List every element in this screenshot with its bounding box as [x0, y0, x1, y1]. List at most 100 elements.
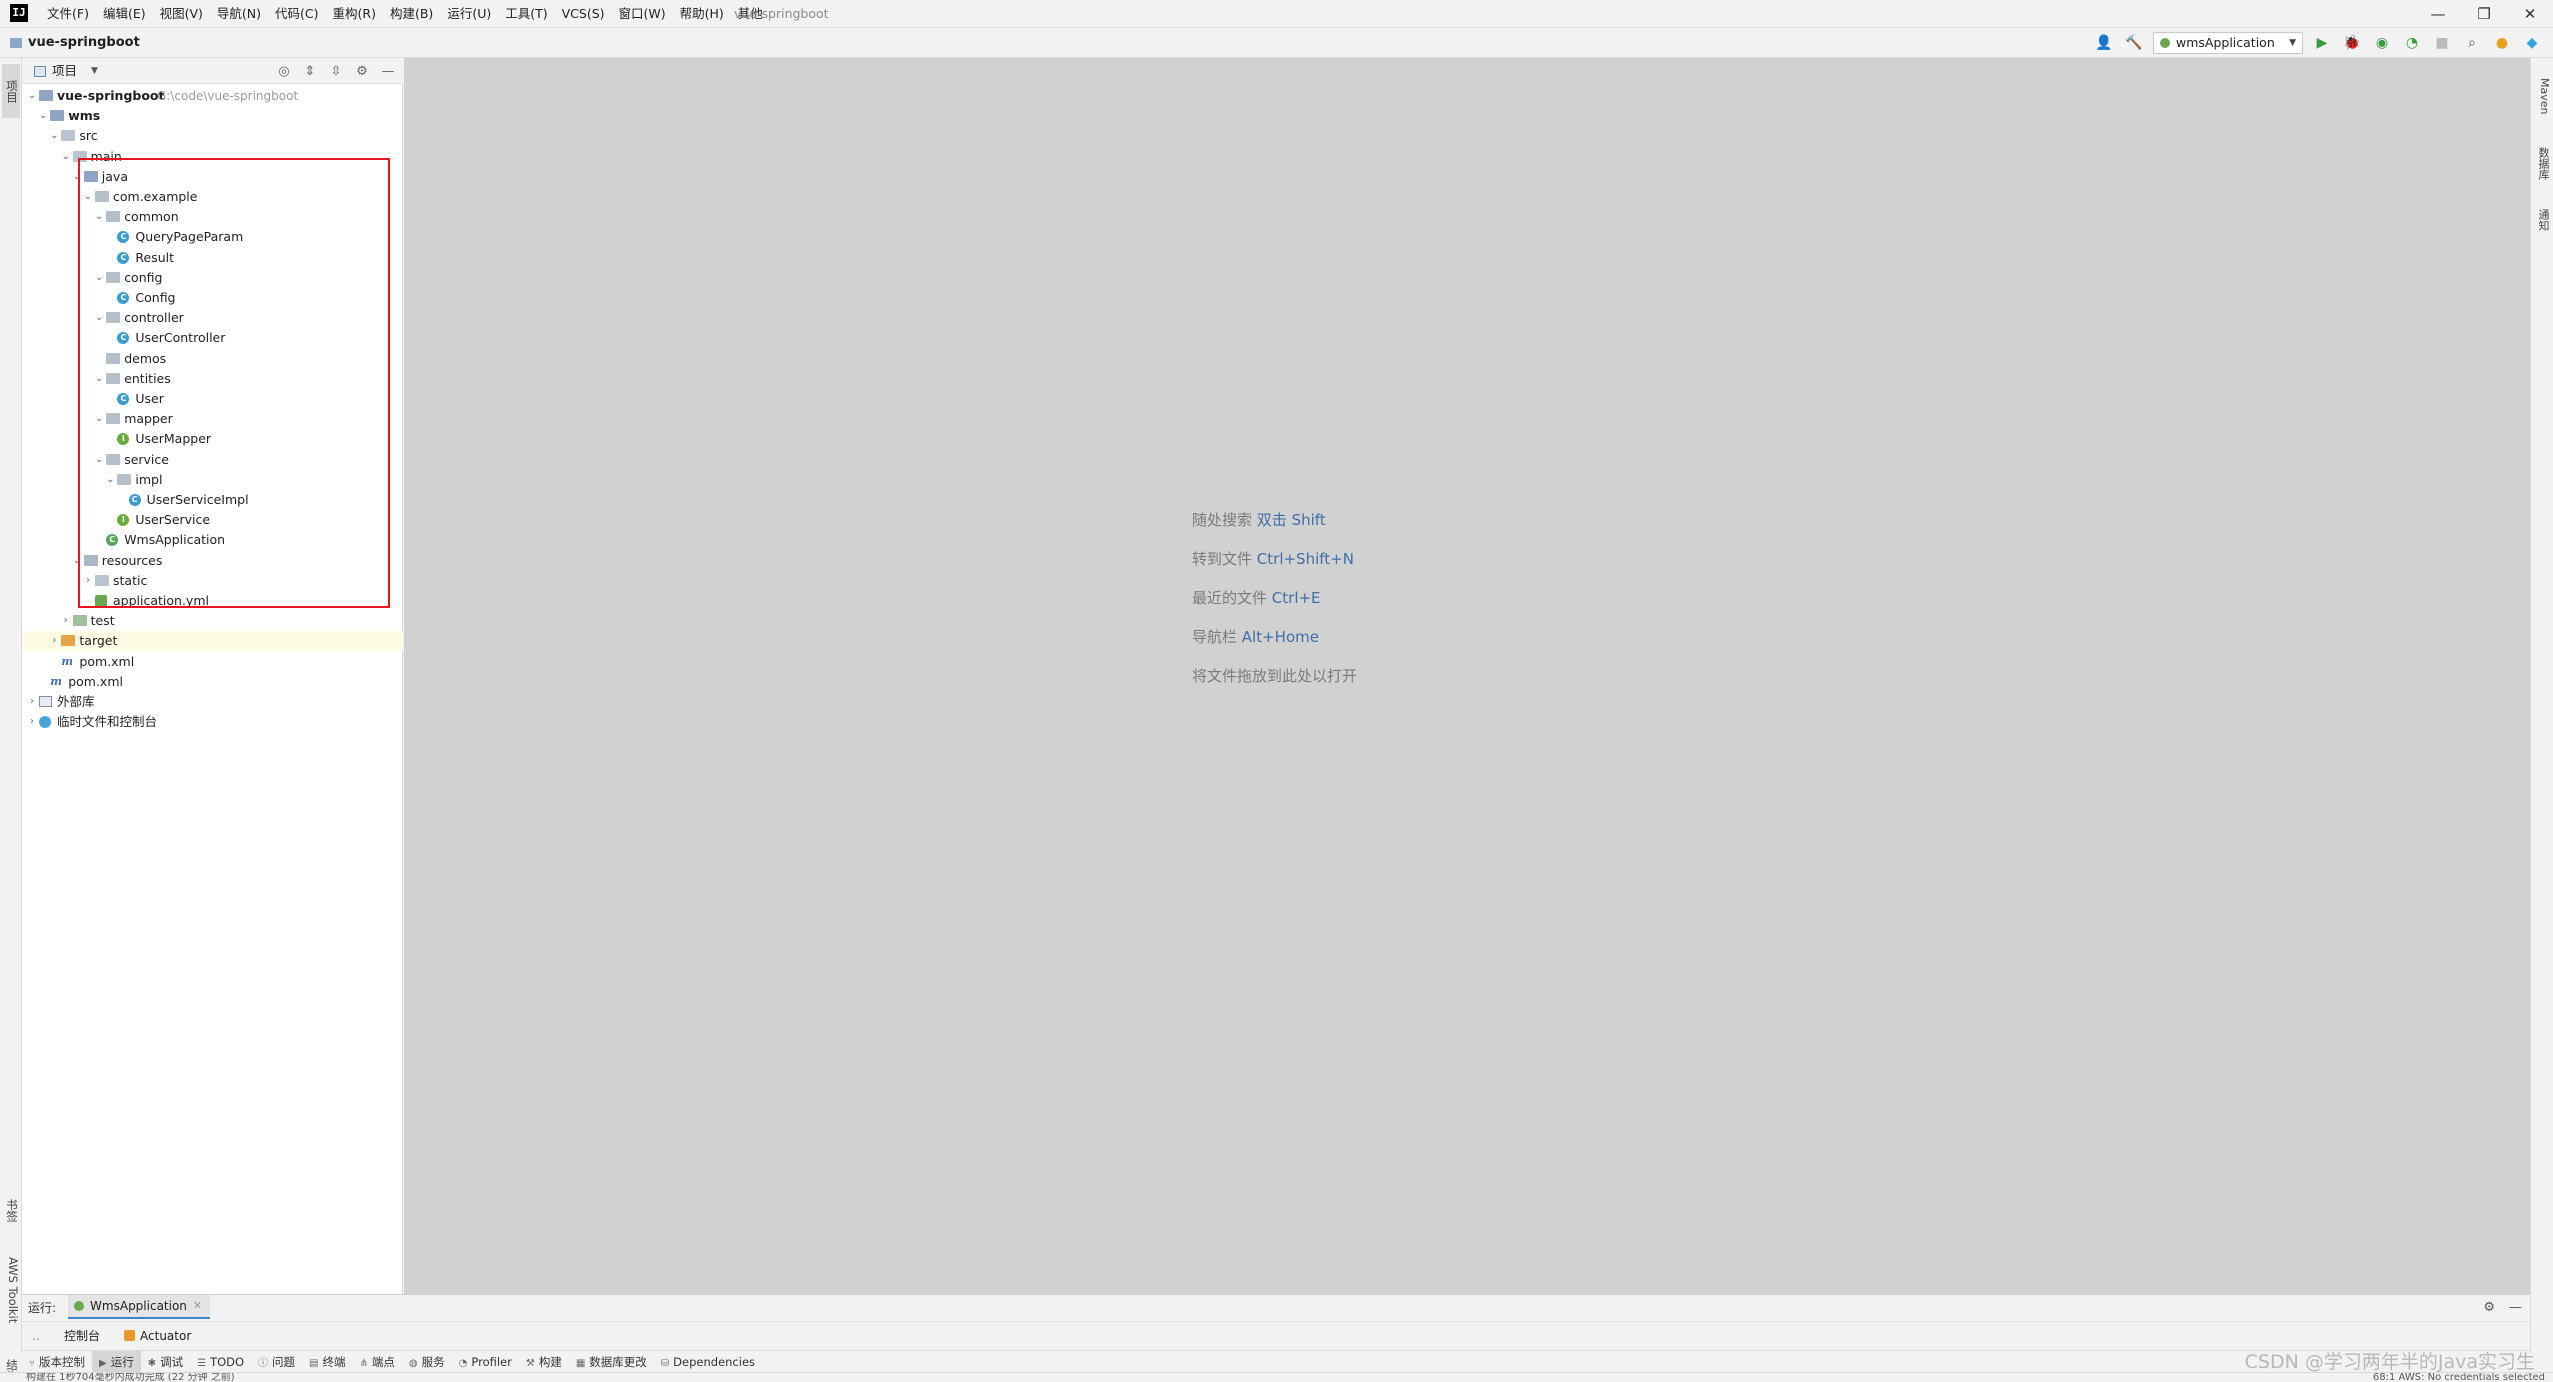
tool-build[interactable]: ⚒ 构建	[519, 1351, 569, 1373]
more-icon[interactable]: ‥	[32, 1329, 52, 1343]
tool-database-changes[interactable]: ▦ 数据库更改	[569, 1351, 654, 1373]
restore-button[interactable]: ❐	[2461, 0, 2507, 28]
project-tool-tab[interactable]: 项目	[2, 64, 20, 118]
menu-build[interactable]: 构建(B)	[383, 0, 440, 28]
menu-vcs[interactable]: VCS(S)	[555, 0, 612, 28]
chevron-down-icon[interactable]: ⌄	[60, 147, 72, 167]
tree-item[interactable]: ⌄ vue-springboot G:\code\vue-springboot	[22, 86, 403, 106]
tree-item[interactable]: C QueryPageParam	[22, 227, 403, 247]
menu-tools[interactable]: 工具(T)	[498, 0, 554, 28]
tree-item[interactable]: ⌄ wms	[22, 106, 403, 126]
aws-toolkit-tool-tab[interactable]: AWS Toolkit	[2, 1248, 20, 1332]
tree-item[interactable]: › static	[22, 571, 403, 591]
menu-view[interactable]: 视图(V)	[153, 0, 210, 28]
chevron-down-icon[interactable]: ⌄	[37, 106, 49, 126]
tree-item[interactable]: ⌄ impl	[22, 470, 403, 490]
tree-item[interactable]: ⌄ entities	[22, 369, 403, 389]
tree-item[interactable]: application.yml	[22, 591, 403, 611]
tree-item[interactable]: C UserServiceImpl	[22, 490, 403, 510]
project-view-selector[interactable]: 项目 ▼	[34, 58, 98, 84]
tree-item[interactable]: ⌄ common	[22, 207, 403, 227]
chevron-right-icon[interactable]: ›	[26, 692, 38, 712]
tree-item[interactable]: C Result	[22, 248, 403, 268]
tool-endpoints[interactable]: ⋔ 端点	[353, 1351, 402, 1373]
menu-code[interactable]: 代码(C)	[268, 0, 325, 28]
chevron-down-icon[interactable]: ⌄	[93, 207, 105, 227]
minimize-button[interactable]: —	[2415, 0, 2461, 28]
tool-terminal[interactable]: ▤ 终端	[302, 1351, 352, 1373]
tree-item[interactable]: C UserController	[22, 328, 403, 348]
tree-item[interactable]: ⌄ resources	[22, 551, 403, 571]
chevron-down-icon[interactable]: ⌄	[93, 409, 105, 429]
status-message[interactable]: 构建在 1秒704毫秒内成功完成 (22 分钟 之前)	[26, 1373, 235, 1382]
chevron-down-icon[interactable]: ⌄	[71, 167, 83, 187]
tool-problems[interactable]: ⓘ 问题	[251, 1351, 302, 1373]
hide-icon[interactable]: —	[2509, 1300, 2522, 1315]
gear-icon[interactable]: ⚙	[353, 64, 371, 79]
menu-edit[interactable]: 编辑(E)	[96, 0, 153, 28]
expand-all-icon[interactable]: ⇕	[301, 64, 319, 79]
intellij-logo-icon[interactable]: IJ	[10, 4, 28, 22]
tree-item[interactable]: › target	[22, 631, 403, 652]
tab-console[interactable]: 控制台	[52, 1323, 112, 1349]
tool-run[interactable]: ▶ 运行	[92, 1350, 141, 1373]
tree-item[interactable]: I UserService	[22, 510, 403, 530]
search-icon[interactable]: ⌕	[2461, 32, 2483, 54]
collapse-all-icon[interactable]: ⇳	[327, 64, 345, 79]
tool-debug[interactable]: ✱ 调试	[141, 1351, 190, 1373]
tree-item[interactable]: C User	[22, 389, 403, 409]
run-configuration-selector[interactable]: wmsApplication ▼	[2153, 32, 2303, 54]
tool-todo[interactable]: ☰ TODO	[190, 1351, 251, 1373]
run-tab-wmsapplication[interactable]: WmsApplication ✕	[68, 1295, 211, 1319]
menu-window[interactable]: 窗口(W)	[612, 0, 673, 28]
coverage-icon[interactable]: ◉	[2371, 32, 2393, 54]
debug-icon[interactable]: 🐞	[2341, 32, 2363, 54]
plugin-icon[interactable]: ◆	[2521, 32, 2543, 54]
chevron-down-icon[interactable]: ⌄	[48, 126, 60, 146]
chevron-down-icon[interactable]: ⌄	[93, 268, 105, 288]
breadcrumb-project[interactable]: vue-springboot	[28, 35, 140, 50]
tool-services[interactable]: ◍ 服务	[402, 1351, 452, 1373]
chevron-right-icon[interactable]: ›	[48, 631, 60, 651]
tree-item[interactable]: C WmsApplication	[22, 530, 403, 550]
chevron-right-icon[interactable]: ›	[82, 571, 94, 591]
tree-item[interactable]: › 外部库	[22, 692, 403, 712]
status-right-info[interactable]: 68:1 AWS: No credentials selected	[2373, 1373, 2545, 1382]
tree-item[interactable]: ⌄ com.example	[22, 187, 403, 207]
hide-icon[interactable]: —	[379, 64, 397, 79]
bookmarks-tool-tab[interactable]: 书签	[2, 1188, 20, 1232]
build-hammer-icon[interactable]: 🔨	[2123, 32, 2145, 54]
chevron-right-icon[interactable]: ›	[26, 712, 38, 732]
tree-item[interactable]: ⌄ mapper	[22, 409, 403, 429]
tool-dependencies[interactable]: ⛁ Dependencies	[654, 1351, 762, 1373]
gear-icon[interactable]: ⚙	[2483, 1300, 2495, 1315]
tree-item[interactable]: ⌄ service	[22, 450, 403, 470]
tree-item[interactable]: ⌄ java	[22, 167, 403, 187]
stop-icon[interactable]: ■	[2431, 32, 2453, 54]
profiler-icon[interactable]: ◔	[2401, 32, 2423, 54]
close-icon[interactable]: ✕	[193, 1295, 202, 1317]
chevron-right-icon[interactable]: ›	[60, 611, 72, 631]
tree-item[interactable]: C Config	[22, 288, 403, 308]
database-tool-tab[interactable]: 数据库	[2534, 138, 2551, 188]
chevron-down-icon[interactable]: ⌄	[93, 450, 105, 470]
tree-item[interactable]: ⌄ config	[22, 268, 403, 288]
chevron-down-icon[interactable]: ⌄	[93, 369, 105, 389]
tree-item[interactable]: ⌄ controller	[22, 308, 403, 328]
chevron-down-icon[interactable]: ⌄	[104, 470, 116, 490]
maven-tool-tab[interactable]: Maven	[2534, 66, 2551, 126]
locate-icon[interactable]: ◎	[275, 64, 293, 79]
tool-profiler[interactable]: ◔ Profiler	[452, 1351, 519, 1373]
run-icon[interactable]: ▶	[2311, 32, 2333, 54]
tree-item[interactable]: ⌄ src	[22, 126, 403, 146]
editor-empty-area[interactable]: 随处搜索 双击 Shift 转到文件 Ctrl+Shift+N 最近的文件 Ct…	[404, 58, 2530, 1294]
tree-item[interactable]: m pom.xml	[22, 672, 403, 692]
tree-item[interactable]: › test	[22, 611, 403, 631]
tree-item[interactable]: › 临时文件和控制台	[22, 712, 403, 732]
notifications-tool-tab[interactable]: 通知	[2534, 200, 2551, 240]
chevron-down-icon[interactable]: ⌄	[93, 308, 105, 328]
close-window-button[interactable]: ✕	[2507, 0, 2553, 28]
tree-item[interactable]: demos	[22, 349, 403, 369]
menu-run[interactable]: 运行(U)	[440, 0, 498, 28]
chevron-down-icon[interactable]: ⌄	[71, 551, 83, 571]
